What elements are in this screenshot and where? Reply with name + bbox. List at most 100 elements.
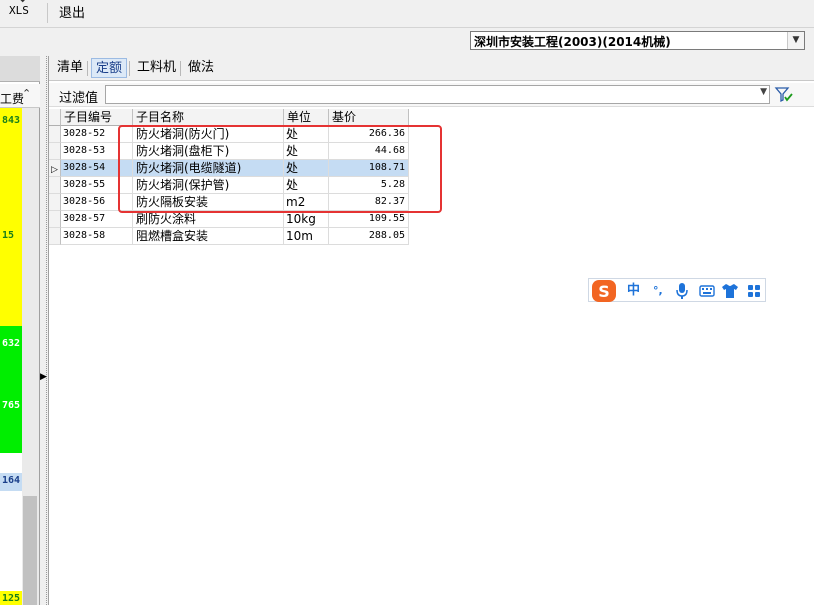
- left-value-cell[interactable]: 765: [0, 388, 22, 453]
- export-xls-button[interactable]: ◆ XLS: [6, 0, 40, 26]
- row-indicator: [49, 143, 61, 160]
- left-panel: 工费 ⌃ 843 15 632 765 164 125: [0, 56, 40, 605]
- table-row[interactable]: 3028-55 防火堵洞(保护管) 处 5.28: [49, 177, 409, 194]
- cell-name[interactable]: 防火隔板安装: [133, 194, 284, 211]
- toolbar-separator: [47, 3, 48, 23]
- scroll-up-icon[interactable]: ⌃: [22, 87, 31, 100]
- filter-apply-icon[interactable]: [774, 86, 794, 104]
- row-indicator-header: [49, 109, 61, 126]
- cell-name[interactable]: 防火堵洞(保护管): [133, 177, 284, 194]
- cell-unit[interactable]: 处: [284, 177, 329, 194]
- cell-unit[interactable]: 处: [284, 160, 329, 177]
- exit-label: 退出: [59, 6, 86, 21]
- left-value-text: 632: [2, 338, 21, 349]
- quota-library-select[interactable]: 深圳市安装工程(2003)(2014机械) ▼: [470, 31, 805, 50]
- ime-punctuation-toggle[interactable]: °,: [653, 282, 663, 300]
- filter-label: 过滤值: [59, 91, 99, 106]
- filter-input[interactable]: [106, 86, 746, 103]
- cell-price[interactable]: 82.37: [329, 194, 409, 211]
- tab-separator: [180, 61, 181, 76]
- keyboard-icon[interactable]: [699, 282, 715, 300]
- toolbox-grid-icon[interactable]: [747, 282, 761, 300]
- cell-price[interactable]: 108.71: [329, 160, 409, 177]
- cell-code[interactable]: 3028-52: [61, 126, 133, 143]
- cell-unit[interactable]: 10m: [284, 228, 329, 245]
- cell-unit[interactable]: m2: [284, 194, 329, 211]
- cell-name[interactable]: 防火堵洞(电缆隧道): [133, 160, 284, 177]
- filter-row: 过滤值 ▼: [49, 83, 814, 107]
- expand-arrow-icon[interactable]: ▶: [40, 370, 47, 384]
- filter-combo[interactable]: ▼: [105, 85, 770, 104]
- row-indicator: [49, 126, 61, 143]
- grid-header-row: 子目编号 子目名称 单位 基价: [49, 109, 409, 126]
- tab-separator: [129, 61, 130, 76]
- cell-name[interactable]: 防火堵洞(盘柜下): [133, 143, 284, 160]
- exit-button[interactable]: 退出: [55, 0, 95, 26]
- cell-code[interactable]: 3028-56: [61, 194, 133, 211]
- microphone-icon[interactable]: [675, 282, 689, 300]
- left-value-cell[interactable]: 164: [0, 473, 22, 491]
- main-toolbar: ◆ XLS 退出: [0, 0, 814, 28]
- ime-language-toggle[interactable]: 中: [627, 282, 640, 300]
- left-value-text: 843: [2, 115, 21, 126]
- row-indicator: [49, 228, 61, 245]
- cell-unit[interactable]: 10kg: [284, 211, 329, 228]
- tab-list-label: 清单: [57, 60, 84, 75]
- table-row[interactable]: 3028-52 防火堵洞(防火门) 处 266.36: [49, 126, 409, 143]
- quota-library-value: 深圳市安装工程(2003)(2014机械): [474, 35, 671, 49]
- cell-code[interactable]: 3028-58: [61, 228, 133, 245]
- column-header-unit[interactable]: 单位: [284, 109, 329, 126]
- cell-name[interactable]: 刷防火涂料: [133, 211, 284, 228]
- cell-name[interactable]: 防火堵洞(防火门): [133, 126, 284, 143]
- tab-quota-label: 定额: [96, 61, 123, 76]
- scrollbar-thumb[interactable]: [23, 496, 37, 605]
- left-value-cell[interactable]: 843: [0, 108, 22, 216]
- left-column-header[interactable]: 工费: [0, 84, 40, 108]
- left-value-cell[interactable]: 125: [0, 591, 22, 605]
- svg-text:S: S: [598, 282, 610, 301]
- chevron-down-icon[interactable]: ▼: [787, 32, 804, 49]
- tab-method-label: 做法: [188, 60, 215, 75]
- skin-shirt-icon[interactable]: [721, 282, 739, 300]
- tab-bar: 清单 定额 工料机 做法: [49, 56, 814, 81]
- tab-quota[interactable]: 定额: [91, 58, 128, 78]
- left-column-header-label: 工费: [0, 92, 25, 106]
- chevron-down-icon[interactable]: ▼: [760, 87, 767, 97]
- table-row[interactable]: 3028-56 防火隔板安装 m2 82.37: [49, 194, 409, 211]
- cell-code[interactable]: 3028-57: [61, 211, 133, 228]
- cell-code[interactable]: 3028-53: [61, 143, 133, 160]
- table-row[interactable]: ▷ 3028-54 防火堵洞(电缆隧道) 处 108.71: [49, 160, 409, 177]
- table-row[interactable]: 3028-58 阻燃槽盒安装 10m 288.05: [49, 228, 409, 245]
- cell-code[interactable]: 3028-54: [61, 160, 133, 177]
- column-header-name[interactable]: 子目名称: [133, 109, 284, 126]
- cell-name[interactable]: 阻燃槽盒安装: [133, 228, 284, 245]
- left-value-cell[interactable]: 15: [0, 216, 22, 326]
- column-header-price[interactable]: 基价: [329, 109, 409, 126]
- tab-method[interactable]: 做法: [184, 58, 218, 78]
- column-header-code[interactable]: 子目编号: [61, 109, 133, 126]
- panel-splitter[interactable]: [40, 56, 47, 605]
- left-value-text: 15: [2, 230, 15, 241]
- left-vertical-scrollbar[interactable]: [22, 108, 39, 605]
- left-value-text: 164: [2, 475, 21, 486]
- current-row-icon: ▷: [51, 165, 58, 175]
- cell-unit[interactable]: 处: [284, 126, 329, 143]
- table-row[interactable]: 3028-53 防火堵洞(盘柜下) 处 44.68: [49, 143, 409, 160]
- tab-list[interactable]: 清单: [53, 58, 87, 78]
- cell-price[interactable]: 44.68: [329, 143, 409, 160]
- right-panel: 清单 定额 工料机 做法 过滤值 ▼ 子目编号 子目名称 单位 基价 3028-…: [48, 56, 814, 605]
- cell-price[interactable]: 288.05: [329, 228, 409, 245]
- row-indicator: ▷: [49, 160, 61, 177]
- cell-price[interactable]: 266.36: [329, 126, 409, 143]
- left-panel-tabbar: [0, 56, 40, 82]
- cell-price[interactable]: 109.55: [329, 211, 409, 228]
- tab-materials-label: 工料机: [137, 60, 177, 75]
- sogou-logo-icon[interactable]: S: [590, 279, 620, 303]
- cell-code[interactable]: 3028-55: [61, 177, 133, 194]
- table-row[interactable]: 3028-57 刷防火涂料 10kg 109.55: [49, 211, 409, 228]
- tab-materials[interactable]: 工料机: [133, 58, 180, 78]
- left-value-text: 765: [2, 400, 21, 411]
- cell-price[interactable]: 5.28: [329, 177, 409, 194]
- row-indicator: [49, 177, 61, 194]
- cell-unit[interactable]: 处: [284, 143, 329, 160]
